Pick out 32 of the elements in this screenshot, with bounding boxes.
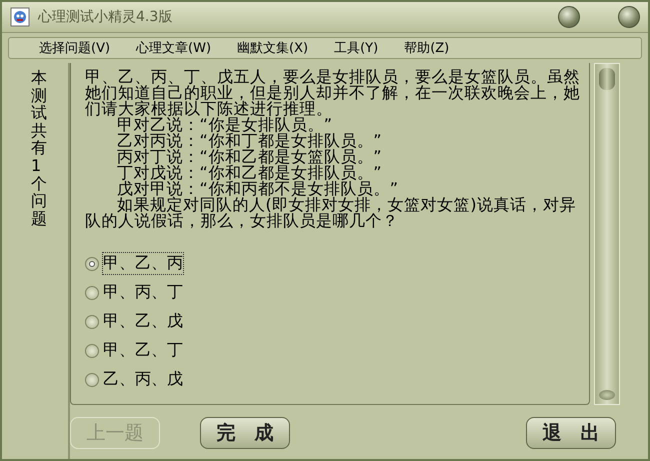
window-title: 心理测试小精灵4.3版 xyxy=(38,8,174,26)
question-text: 如果规定对同队的人(即女排对女排，女篮对女篮)说真话，对异队的人说假话，那么，女排队员是哪几个？ xyxy=(85,197,577,229)
radio-button[interactable] xyxy=(85,256,99,270)
menu-item[interactable]: 帮助(Z) xyxy=(394,39,460,57)
finish-button[interactable]: 完 成 xyxy=(200,417,290,449)
question-text: 甲、乙、丙、丁、戊五人，要么是女排队员，要么是女篮队员。虽然她们知道自己的职业，但是别人却并不了解，在一次联欢晚会上，她们请大家根据以下陈述进行推理。 xyxy=(85,69,581,117)
option-label[interactable]: 甲、乙、丙 xyxy=(103,253,183,274)
menu-item[interactable]: 幽默文集(X) xyxy=(227,39,318,57)
app-icon xyxy=(10,7,30,27)
scroll-thumb[interactable] xyxy=(599,68,615,90)
menu-item[interactable]: 工具(Y) xyxy=(324,39,388,57)
question-text: 乙对丙说：“你和丁都是女排队员。” xyxy=(116,133,384,149)
minimize-button[interactable] xyxy=(558,6,580,28)
menu-item[interactable]: 选择问题(V) xyxy=(29,39,120,57)
option-label[interactable]: 甲、乙、丁 xyxy=(103,340,183,361)
question-text: 甲对乙说：“你是女排队员。” xyxy=(117,117,333,133)
option-label[interactable]: 甲、丙、丁 xyxy=(103,282,183,303)
question-text: 戊对甲说：“你和丙都不是女排队员。” xyxy=(116,181,399,197)
menu-item[interactable]: 心理文章(W) xyxy=(126,39,222,57)
option-label[interactable]: 甲、乙、戊 xyxy=(103,311,183,332)
scroll-end-knob[interactable] xyxy=(599,390,615,400)
question-text: 丁对戊说：“你和乙都是女排队员。” xyxy=(116,165,384,181)
radio-button[interactable] xyxy=(85,344,99,358)
radio-button[interactable] xyxy=(85,286,99,300)
radio-button[interactable] xyxy=(85,314,99,328)
radio-button[interactable] xyxy=(85,372,99,386)
question-text: 丙对丁说：“你和乙都是女篮队员。” xyxy=(116,149,384,165)
close-button[interactable] xyxy=(618,6,640,28)
scroll-bar[interactable] xyxy=(594,63,620,405)
option-label[interactable]: 乙、丙、戊 xyxy=(103,369,183,390)
exit-button[interactable]: 退 出 xyxy=(526,417,616,449)
question-count-text: 本测试共有1个问题 xyxy=(31,69,47,228)
